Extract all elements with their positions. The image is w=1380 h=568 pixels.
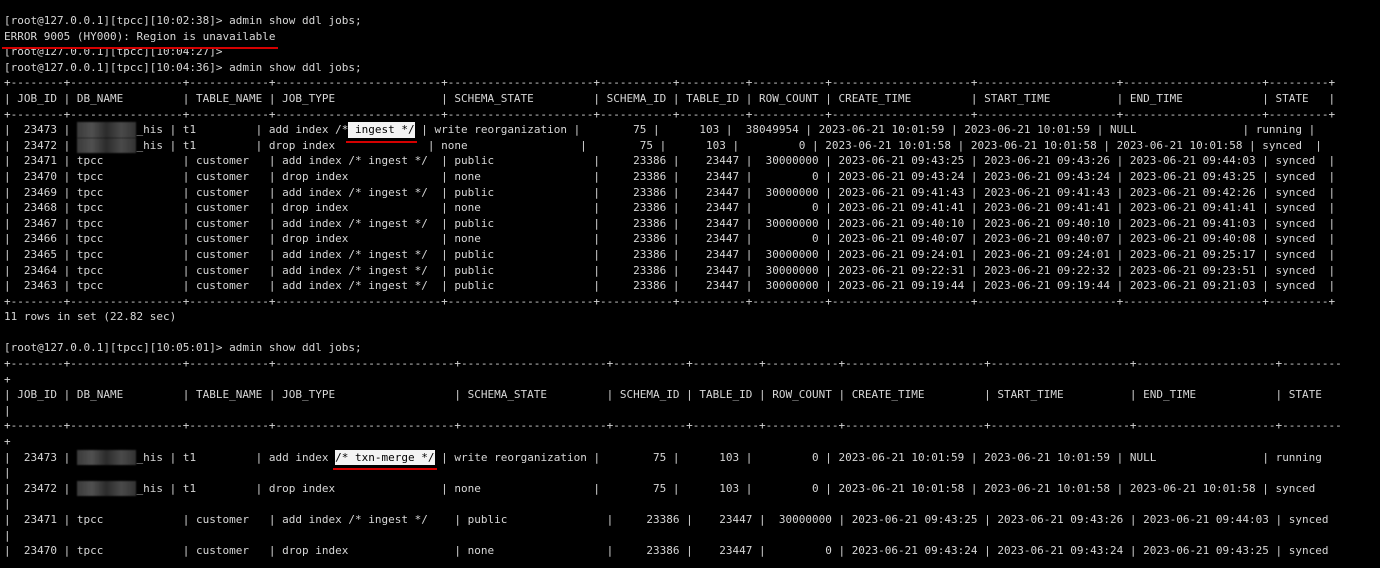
terminal-line: | 23473 | xxxxxxxxx_his | t1 | add index…: [4, 449, 1380, 470]
terminal-line: | JOB_ID | DB_NAME | TABLE_NAME | JOB_TY…: [4, 91, 1380, 107]
terminal-text: | write reorganization | 75 | 103 | 3804…: [414, 123, 1316, 137]
terminal-line: +--------+-----------------+------------…: [4, 107, 1380, 123]
redacted-text: xxxxxxxxx: [76, 137, 137, 154]
terminal-output-first-query: [root@127.0.0.1][tpcc][10:02:38]> admin …: [2, 13, 1380, 325]
terminal-text: _his | t1 | add index /*: [136, 123, 349, 137]
terminal-line: |: [4, 528, 1380, 544]
terminal-text: | write reorganization | 75 | 103 | 0 | …: [434, 450, 1322, 464]
terminal-text: | 23473 |: [4, 450, 77, 464]
terminal-line: |: [4, 465, 1380, 481]
terminal-window[interactable]: [root@127.0.0.1][tpcc][10:02:38]> admin …: [0, 0, 1380, 568]
terminal-line: ERROR 9005 (HY000): Region is unavailabl…: [2, 29, 1380, 49]
terminal-text: |: [4, 466, 11, 480]
terminal-line: [root@127.0.0.1][tpcc][10:04:36]> admin …: [4, 60, 1380, 76]
terminal-line: [root@127.0.0.1][tpcc][10:02:38]> admin …: [4, 13, 1380, 29]
terminal-line: | 23470 | tpcc | customer | drop index |…: [4, 169, 1380, 185]
terminal-line: | 23463 | tpcc | customer | add index /*…: [4, 278, 1380, 294]
redacted-text: xxxxxxxxx: [76, 122, 137, 138]
terminal-text: +: [4, 372, 11, 386]
terminal-text: _his | t1 | drop index | none | 75 | 103…: [136, 138, 1322, 152]
terminal-output-second-query: [root@127.0.0.1][tpcc][10:05:01]> admin …: [4, 340, 1380, 558]
terminal-line: | 23464 | tpcc | customer | add index /*…: [4, 263, 1380, 279]
terminal-line: | 23472 | xxxxxxxxx_his | t1 | drop inde…: [4, 480, 1380, 497]
terminal-text: | 23473 |: [4, 123, 77, 137]
terminal-text: +--------+-----------------+------------…: [4, 294, 1336, 308]
redacted-text: xxxxxxxxx: [76, 480, 137, 497]
terminal-text: +--------+-----------------+------------…: [4, 419, 1342, 433]
terminal-text: [root@127.0.0.1][tpcc][10:02:38]> admin …: [4, 14, 362, 27]
terminal-text: [root@127.0.0.1][tpcc][10:04:36]> admin …: [4, 60, 362, 74]
terminal-line: | 23468 | tpcc | customer | drop index |…: [4, 200, 1380, 216]
terminal-text: |: [4, 528, 11, 542]
terminal-text: | 23467 | tpcc | customer | add index /*…: [4, 216, 1336, 230]
terminal-text: | 23470 | tpcc | customer | drop index |…: [4, 169, 1336, 183]
terminal-text: | 23464 | tpcc | customer | add index /*…: [4, 263, 1336, 277]
terminal-line: 11 rows in set (22.82 sec): [4, 309, 1380, 325]
terminal-text: | 23472 |: [4, 138, 77, 152]
terminal-text: | 23468 | tpcc | customer | drop index |…: [4, 201, 1336, 215]
terminal-line: | 23469 | tpcc | customer | add index /*…: [4, 185, 1380, 201]
terminal-text: _his | t1 | add index: [136, 450, 336, 464]
terminal-line: +--------+-----------------+------------…: [4, 294, 1380, 310]
underlined-error-text: ERROR 9005 (HY000): Region is unavailabl…: [2, 29, 278, 49]
terminal-line: +--------+-----------------+------------…: [4, 356, 1380, 372]
terminal-text: [root@127.0.0.1][tpcc][10:05:01]> admin …: [4, 341, 362, 355]
terminal-text: | 23465 | tpcc | customer | add index /*…: [4, 247, 1336, 261]
terminal-text: | 23471 | tpcc | customer | add index /*…: [4, 513, 1329, 526]
terminal-line: | 23472 | xxxxxxxxx_his | t1 | drop inde…: [4, 137, 1380, 154]
terminal-text: +--------+-----------------+------------…: [4, 107, 1336, 121]
terminal-line: | 23473 | xxxxxxxxx_his | t1 | add index…: [4, 122, 1380, 143]
terminal-line: [root@127.0.0.1][tpcc][10:05:01]> admin …: [4, 340, 1380, 356]
terminal-text: | JOB_ID | DB_NAME | TABLE_NAME | JOB_TY…: [4, 91, 1336, 105]
terminal-text: +--------+-----------------+------------…: [4, 76, 1336, 90]
redacted-text: xxxxxxxxx: [76, 449, 137, 466]
terminal-line: | 23470 | tpcc | customer | drop index |…: [4, 543, 1380, 559]
terminal-text: 11 rows in set (22.82 sec): [4, 310, 177, 324]
terminal-line: | 23471 | tpcc | customer | add index /*…: [4, 512, 1380, 528]
terminal-text: _his | t1 | drop index | none | 75 | 103…: [136, 481, 1316, 495]
terminal-text: | 23469 | tpcc | customer | add index /*…: [4, 185, 1336, 199]
terminal-text: | 23466 | tpcc | customer | drop index |…: [4, 232, 1336, 246]
terminal-text: | 23471 | tpcc | customer | add index /*…: [4, 154, 1336, 168]
terminal-line: | 23466 | tpcc | customer | drop index |…: [4, 231, 1380, 247]
terminal-text: | JOB_ID | DB_NAME | TABLE_NAME | JOB_TY…: [4, 388, 1322, 402]
terminal-text: +: [4, 435, 11, 449]
terminal-text: |: [4, 403, 11, 417]
terminal-line: +--------+-----------------+------------…: [4, 75, 1380, 91]
terminal-text: | 23472 |: [4, 481, 77, 495]
terminal-line: | 23467 | tpcc | customer | add index /*…: [4, 216, 1380, 232]
terminal-line: | 23471 | tpcc | customer | add index /*…: [4, 153, 1380, 169]
terminal-line: | 23465 | tpcc | customer | add index /*…: [4, 247, 1380, 263]
terminal-line: +--------+-----------------+------------…: [4, 418, 1380, 434]
highlighted-text: /* txn-merge */: [333, 449, 437, 470]
terminal-line: |: [4, 496, 1380, 512]
terminal-text: +--------+-----------------+------------…: [4, 357, 1342, 371]
highlighted-text: ingest */: [346, 122, 417, 143]
terminal-text: | 23470 | tpcc | customer | drop index |…: [4, 544, 1329, 558]
terminal-line: |: [4, 403, 1380, 419]
terminal-text: |: [4, 497, 11, 511]
terminal-text: | 23463 | tpcc | customer | add index /*…: [4, 279, 1336, 293]
terminal-line: | JOB_ID | DB_NAME | TABLE_NAME | JOB_TY…: [4, 387, 1380, 403]
terminal-line: +: [4, 372, 1380, 388]
terminal-line: +: [4, 434, 1380, 450]
